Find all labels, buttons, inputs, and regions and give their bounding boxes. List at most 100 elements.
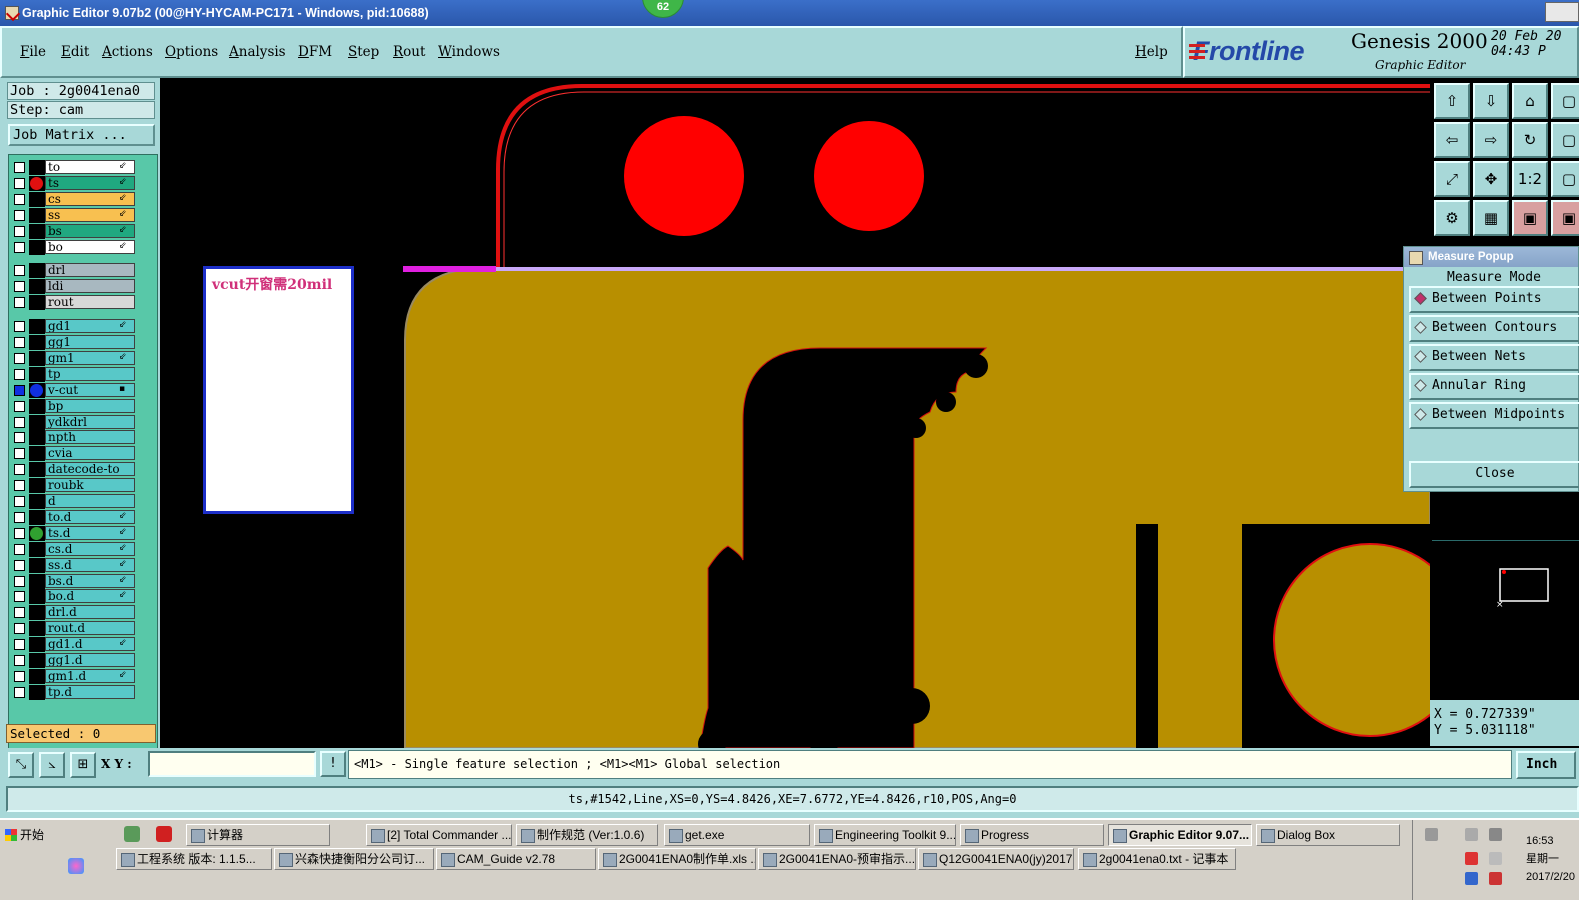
redraw-icon[interactable]: ↻ [1512, 122, 1548, 158]
layer-color-slot[interactable] [29, 398, 45, 414]
layer-checkbox[interactable] [14, 281, 25, 293]
layer-color-slot[interactable] [29, 263, 45, 279]
layer-checkbox[interactable] [14, 241, 25, 253]
layer-name[interactable]: roubk [45, 478, 135, 493]
layer-name[interactable]: tp [45, 366, 135, 381]
layer-color-slot[interactable] [29, 557, 45, 573]
layer-checkbox[interactable] [14, 177, 25, 189]
menu-edit[interactable]: Edit [61, 44, 89, 60]
select-mode-icon[interactable]: ⤡ [8, 752, 34, 778]
taskbar-button[interactable]: 工程系统 版本: 1.1.5... [116, 848, 272, 870]
layer-checkbox[interactable] [14, 480, 25, 492]
grid-icon[interactable]: ▦ [1473, 200, 1509, 236]
volume-icon[interactable] [1489, 852, 1502, 865]
measure-annular-ring[interactable]: Annular Ring [1409, 373, 1579, 400]
layer-color-slot[interactable] [29, 160, 45, 175]
menu-dfm[interactable]: DFM [298, 44, 332, 60]
input-method-icon[interactable] [1465, 872, 1478, 885]
layer-color-slot[interactable] [29, 207, 45, 223]
layer-checkbox[interactable] [14, 527, 25, 539]
layer-checkbox[interactable] [14, 432, 25, 444]
layer-row[interactable]: gd1 ⇙ [9, 319, 135, 335]
layer-color-slot[interactable] [29, 295, 45, 311]
layer-checkbox[interactable] [14, 337, 25, 348]
layer-checkbox[interactable] [14, 384, 25, 396]
layer-row[interactable]: rout [9, 295, 135, 311]
layer-name[interactable]: cvia [45, 446, 135, 461]
measure-close-button[interactable]: Close [1409, 461, 1579, 488]
job-matrix-button[interactable]: Job Matrix ... [8, 124, 155, 146]
layer-color-slot[interactable] [29, 589, 45, 605]
layer-name[interactable]: rout [45, 295, 135, 310]
layer-row[interactable]: ldi [9, 279, 135, 295]
layer-row[interactable]: drl [9, 263, 135, 279]
layer-name[interactable]: datecode-to [45, 462, 135, 477]
taskbar-button[interactable]: 计算器 [186, 824, 330, 846]
taskbar-button[interactable]: CAM_Guide v2.78 [436, 848, 596, 870]
layer-row[interactable]: ss.d ⇙ [9, 557, 135, 573]
layer-checkbox[interactable] [14, 686, 25, 698]
layer-color-slot[interactable] [29, 541, 45, 557]
fit-screen-icon[interactable]: ⤢ [1434, 161, 1470, 197]
measure-between-midpoints[interactable]: Between Midpoints [1409, 402, 1579, 429]
layer-name[interactable]: rout.d [45, 621, 135, 636]
layer-name[interactable]: npth [45, 430, 135, 445]
layer-row[interactable]: tp [9, 366, 135, 382]
center-icon[interactable]: ✥ [1473, 161, 1509, 197]
tools-icon[interactable]: ⚙ [1434, 200, 1470, 236]
layer-name[interactable]: drl.d [45, 605, 135, 620]
layer-name[interactable]: ldi [45, 279, 135, 294]
colorful-app-icon[interactable] [68, 858, 84, 874]
window-icon[interactable]: ▢ [1551, 122, 1579, 158]
layer-row[interactable]: d [9, 494, 135, 509]
layer-row[interactable]: datecode-to [9, 462, 135, 478]
layer-row[interactable]: cvia [9, 446, 135, 462]
menu-file[interactable]: File [20, 44, 46, 60]
home-icon[interactable]: ⌂ [1512, 83, 1548, 119]
menu-actions[interactable]: Actions [102, 44, 153, 60]
layer-row[interactable]: gm1 ⇙ [9, 350, 135, 366]
pdf-icon[interactable] [156, 826, 172, 842]
layer-color-slot[interactable] [29, 446, 45, 462]
graphic-canvas[interactable]: vcut开窗需20mil [160, 80, 1430, 748]
layer-row[interactable]: bo ⇙ [9, 239, 135, 255]
layer-row[interactable]: bp [9, 398, 135, 414]
layer-row[interactable]: ss ⇙ [9, 207, 135, 223]
layer-color-slot[interactable] [29, 494, 45, 509]
layer-row[interactable]: ts.d ⇙ [9, 525, 135, 541]
layer-checkbox[interactable] [14, 464, 25, 476]
layer-color-slot[interactable] [29, 637, 45, 653]
layer-row[interactable]: drl.d [9, 605, 135, 621]
layer-checkbox[interactable] [14, 368, 25, 380]
layer-color-icon[interactable]: ▣ [1512, 200, 1548, 236]
layer-color-slot[interactable] [29, 430, 45, 446]
layer-row[interactable]: to.d ⇙ [9, 509, 135, 525]
layer-row[interactable]: roubk [9, 478, 135, 494]
layer-color-slot[interactable] [29, 335, 45, 350]
taskbar-button[interactable]: Dialog Box [1256, 824, 1400, 846]
taskbar-button[interactable]: Progress [960, 824, 1104, 846]
layer-color-icon[interactable]: ▣ [1551, 200, 1579, 236]
layer-checkbox[interactable] [14, 448, 25, 460]
layer-row[interactable]: ts ⇙ [9, 175, 135, 191]
layer-row[interactable]: gg1 [9, 335, 135, 350]
layer-color-slot[interactable] [29, 509, 45, 525]
layer-color-slot[interactable] [29, 621, 45, 637]
layer-name[interactable]: d [45, 494, 135, 508]
layer-row[interactable]: bs.d ⇙ [9, 573, 135, 589]
taskbar-button[interactable]: Q12G0041ENA0(jy)2017... [918, 848, 1074, 870]
grid-snap-icon[interactable]: ⊞ [70, 752, 96, 778]
layer-checkbox[interactable] [14, 559, 25, 571]
layer-checkbox[interactable] [14, 416, 25, 428]
layer-checkbox[interactable] [14, 511, 25, 523]
pan-right-icon[interactable]: ⇨ [1473, 122, 1509, 158]
zoom-down-icon[interactable]: ⇩ [1473, 83, 1509, 119]
layer-color-slot[interactable] [29, 279, 45, 295]
taskbar-button[interactable]: 兴森快捷衡阳分公司订... [274, 848, 434, 870]
layer-color-slot[interactable] [29, 319, 45, 335]
layer-row[interactable]: gg1.d [9, 653, 135, 668]
mini-view[interactable]: × [1432, 540, 1579, 700]
layer-color-slot[interactable] [29, 605, 45, 621]
layer-row[interactable]: to ⇙ [9, 160, 135, 175]
layer-color-slot[interactable] [29, 350, 45, 366]
